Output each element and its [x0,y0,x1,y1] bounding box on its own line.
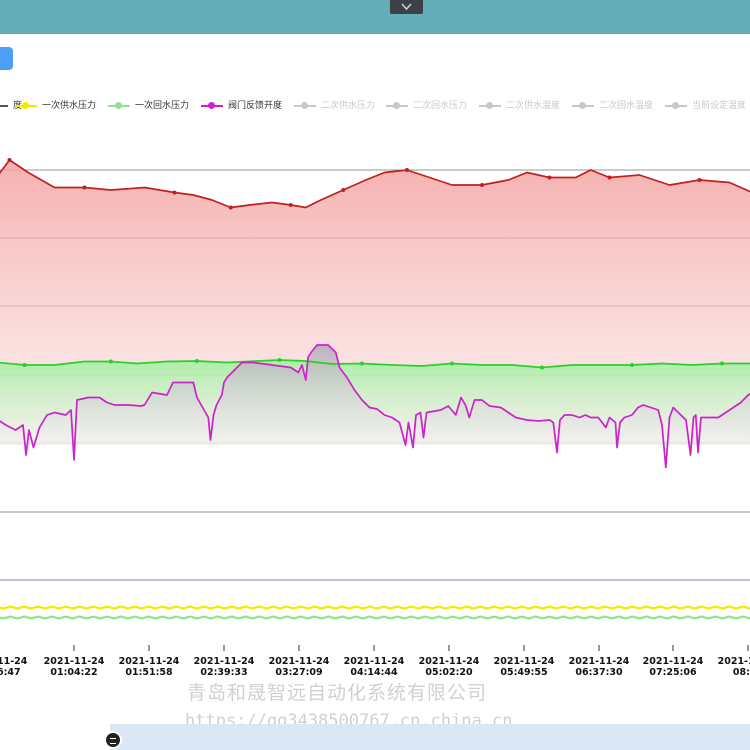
series-areas [0,160,750,468]
x-tick-time: 07:25:06 [649,667,697,678]
x-tick-time: 04:14:44 [350,667,398,678]
x-tick-time: 03:27:09 [275,667,322,678]
series-point [108,359,113,364]
series-point [630,363,634,367]
watermark-company: 青岛和晟智远自动化系统有限公司 [187,682,488,704]
x-tick-time: 01:51:58 [125,667,173,678]
series-point [228,205,233,210]
series-point [697,178,702,182]
series-line [0,605,750,610]
series-point [172,190,177,195]
series-point [540,365,544,370]
x-tick-time: 05:49:55 [500,667,547,678]
zoom-scrollbar[interactable] [110,724,750,750]
zoom-handle[interactable] [104,731,122,749]
series-point [288,203,293,207]
series-point [360,361,364,366]
x-tick-date: 2021-11-24 [44,656,105,667]
series-point [7,158,12,162]
x-tick-time: 00:16:47 [0,667,21,678]
x-tick-date: 2021-11-24 [419,656,480,667]
series-point [341,188,346,192]
x-tick-date: 2021-11-24 [119,656,180,667]
series-point [720,361,724,366]
series-line [0,615,750,620]
x-axis-ticks: 2021-11-2400:16:472021-11-2401:04:222021… [0,645,750,678]
x-tick-time: 01:04:22 [50,667,97,678]
series-point [82,185,87,190]
x-tick-date: 2021-11-24 [344,656,405,667]
x-tick-time: 02:39:33 [200,667,247,678]
series-point [450,361,454,366]
series-point [405,168,409,172]
series-point [607,175,612,180]
x-tick-date: 2021-11-24 [194,656,255,667]
series-point [195,359,199,363]
x-tick-date: 2021-11-24 [494,656,555,667]
x-tick-date: 2021-11-24 [569,656,630,667]
series-point [480,183,484,187]
x-tick-time: 06:37:30 [575,667,623,678]
x-tick-date: 2021-11-24 [718,656,750,667]
x-tick-date: 2021-11-24 [269,656,330,667]
trend-chart: 2021-11-2400:16:472021-11-2401:04:222021… [0,158,750,678]
series-point [277,358,282,362]
x-tick-date: 2021-11-24 [0,656,28,667]
x-tick-time: 08:12 [733,667,750,678]
series-point [22,363,27,367]
x-tick-date: 2021-11-24 [643,656,704,667]
x-tick-time: 05:02:20 [425,667,473,678]
series-point [547,175,552,180]
